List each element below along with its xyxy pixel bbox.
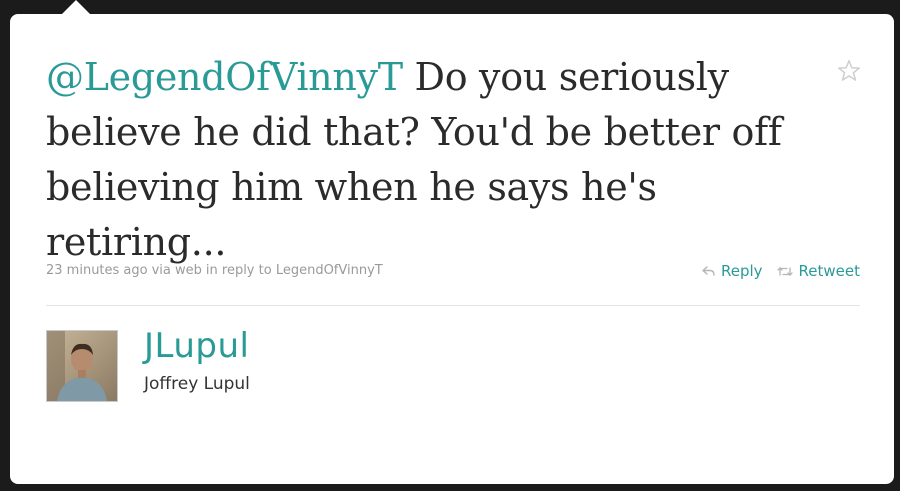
timestamp-link[interactable]: 23 minutes ago (46, 263, 148, 278)
full-name: Joffrey Lupul (144, 374, 250, 394)
reply-arrow-icon (702, 265, 715, 277)
retweet-icon (776, 266, 793, 277)
avatar[interactable] (46, 330, 118, 402)
reply-button[interactable]: Reply (702, 262, 763, 280)
mention-link[interactable]: @LegendOfVinnyT (46, 55, 403, 99)
tweet-frame: @LegendOfVinnyT Do you seriously believe… (0, 0, 900, 491)
source-label: via web (151, 263, 202, 278)
username-link[interactable]: JLupul (144, 326, 250, 366)
tweet-meta: 23 minutes ago via web in reply to LegendO… (46, 263, 387, 278)
retweet-button[interactable]: Retweet (776, 262, 860, 280)
divider (46, 305, 860, 306)
tweet-card: @LegendOfVinnyT Do you seriously believe… (10, 14, 894, 484)
tweet-text: @LegendOfVinnyT Do you seriously believe… (46, 50, 806, 270)
reply-label: Reply (720, 262, 763, 280)
tweet-actions: Reply Retweet (702, 262, 860, 280)
card-pointer (62, 0, 90, 14)
retweet-label: Retweet (798, 262, 860, 280)
in-reply-to-link[interactable]: in reply to LegendOfVinnyT (206, 263, 383, 278)
star-icon[interactable] (836, 58, 862, 84)
